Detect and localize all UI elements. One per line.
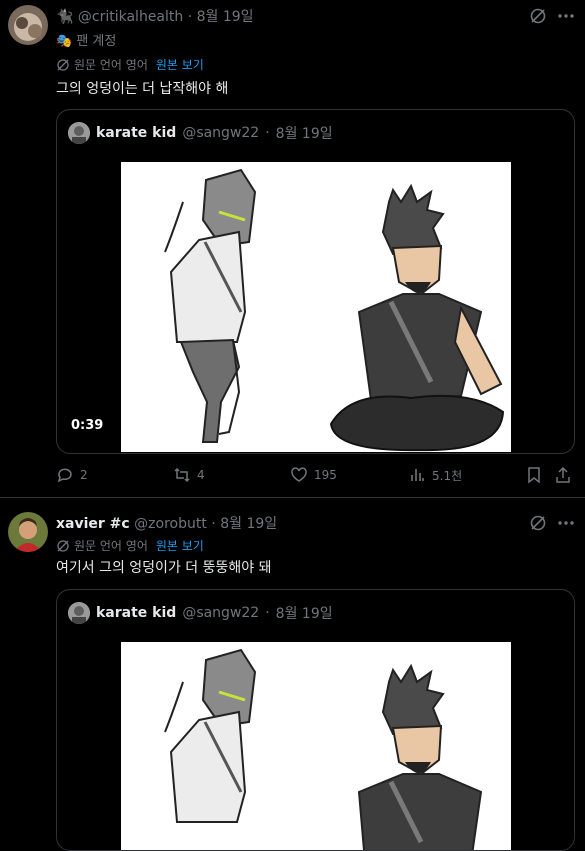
translate-icon bbox=[57, 58, 69, 71]
bookmark-button[interactable] bbox=[525, 466, 543, 484]
repost-button[interactable]: 4 bbox=[173, 466, 205, 484]
quote-avatar[interactable] bbox=[68, 122, 90, 144]
quote-avatar[interactable] bbox=[68, 602, 90, 624]
seated-figure-illustration bbox=[357, 663, 483, 850]
user-display-name[interactable]: xavier #c bbox=[56, 516, 130, 532]
more-icon[interactable] bbox=[556, 513, 576, 533]
quote-header: karate kid @sangw22 · 8월 19일 bbox=[68, 602, 333, 624]
quote-handle[interactable]: @sangw22 bbox=[182, 125, 259, 141]
translation-notice: 원문 언어 영어 원본 보기 bbox=[56, 56, 204, 73]
tweet-actions: 2 4 195 5.1천 bbox=[56, 466, 573, 486]
tweet-date[interactable]: 8월 19일 bbox=[220, 516, 277, 532]
quote-handle[interactable]: @sangw22 bbox=[182, 605, 259, 621]
seated-figure-illustration bbox=[329, 183, 505, 452]
tweet-header: xavier #c @zorobutt · 8월 19일 bbox=[56, 516, 278, 532]
reply-icon bbox=[57, 468, 72, 483]
video-thumbnail[interactable] bbox=[121, 642, 511, 850]
like-button[interactable]: 195 bbox=[290, 466, 337, 484]
views-button[interactable]: 5.1천 bbox=[408, 466, 462, 484]
avatar[interactable] bbox=[8, 5, 48, 45]
tweet-text: 여기서 그의 엉덩이가 더 뚱뚱해야 돼 bbox=[56, 560, 272, 576]
quote-date[interactable]: 8월 19일 bbox=[276, 123, 333, 143]
bookmark-icon bbox=[528, 467, 540, 484]
translate-icon bbox=[57, 539, 69, 552]
video-duration: 0:39 bbox=[71, 418, 104, 433]
quote-header: karate kid @sangw22 · 8월 19일 bbox=[68, 122, 333, 144]
tweet-date[interactable]: 8월 19일 bbox=[197, 9, 254, 25]
quoted-tweet[interactable]: karate kid @sangw22 · 8월 19일 bbox=[56, 109, 575, 454]
reply-button[interactable]: 2 bbox=[56, 466, 88, 484]
video-thumbnail[interactable] bbox=[121, 162, 511, 452]
heart-icon bbox=[291, 467, 307, 482]
quote-date[interactable]: 8월 19일 bbox=[276, 603, 333, 623]
mask-icon: 🎭 bbox=[56, 34, 73, 49]
tweet-2[interactable]: xavier #c @zorobutt · 8월 19일 원문 언어 영어 원본… bbox=[0, 498, 585, 851]
tweet-header: 🐈‍⬛ @critikalhealth · 8월 19일 bbox=[56, 6, 254, 26]
grok-icon[interactable] bbox=[528, 513, 548, 533]
tweet-1[interactable]: 🐈‍⬛ @critikalhealth · 8월 19일 🎭 팬 계정 원문 언… bbox=[0, 0, 585, 497]
fan-account-label: 🎭 팬 계정 bbox=[56, 34, 117, 49]
quoted-tweet[interactable]: karate kid @sangw22 · 8월 19일 bbox=[56, 589, 575, 851]
standing-figure-illustration bbox=[164, 168, 257, 443]
share-button[interactable] bbox=[554, 466, 572, 484]
user-handle[interactable]: @zorobutt bbox=[134, 516, 207, 532]
grok-icon[interactable] bbox=[528, 6, 548, 26]
standing-figure-illustration bbox=[164, 648, 257, 823]
repost-icon bbox=[174, 467, 190, 483]
view-original-link[interactable]: 원본 보기 bbox=[156, 56, 204, 73]
view-original-link[interactable]: 원본 보기 bbox=[156, 537, 204, 554]
more-icon[interactable] bbox=[556, 6, 576, 26]
translation-notice: 원문 언어 영어 원본 보기 bbox=[56, 537, 204, 554]
quote-display-name[interactable]: karate kid bbox=[96, 605, 176, 621]
cat-emoji-icon: 🐈‍⬛ bbox=[56, 9, 74, 25]
quote-display-name[interactable]: karate kid bbox=[96, 125, 176, 141]
share-icon bbox=[556, 466, 570, 483]
separator: · bbox=[187, 9, 193, 25]
avatar[interactable] bbox=[8, 512, 48, 552]
bar-chart-icon bbox=[411, 469, 424, 481]
tweet-text: 그의 엉덩이는 더 납작해야 해 bbox=[56, 81, 229, 97]
user-handle[interactable]: @critikalhealth bbox=[78, 9, 183, 25]
